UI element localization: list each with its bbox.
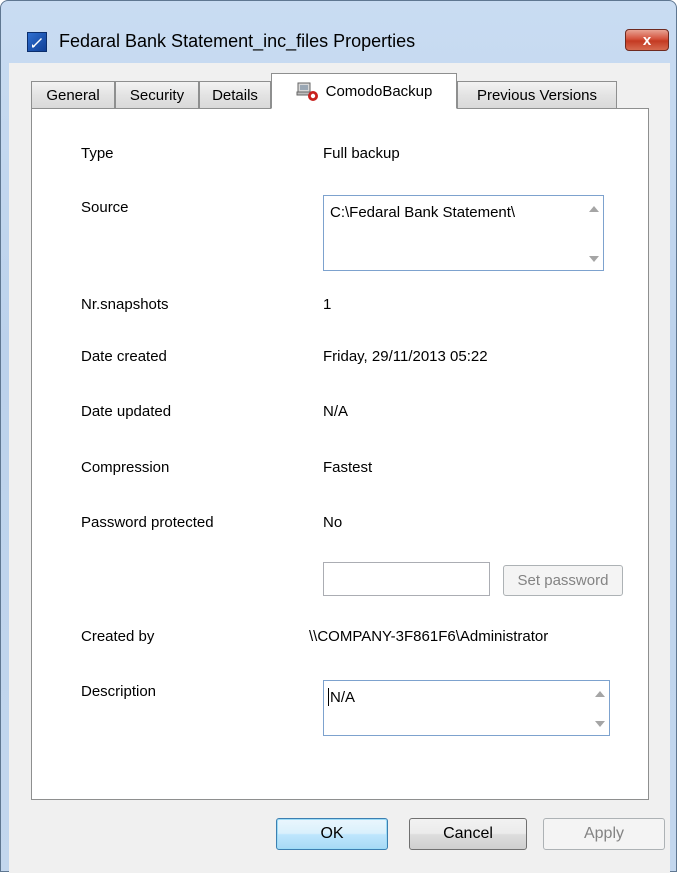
scroll-up-icon[interactable]	[589, 206, 599, 212]
snapshots-label: Nr.snapshots	[81, 296, 169, 313]
scroll-up-icon[interactable]	[595, 691, 605, 697]
date-created-label: Date created	[81, 348, 167, 365]
tab-previous-versions[interactable]: Previous Versions	[457, 81, 617, 108]
compression-label: Compression	[81, 459, 170, 476]
scroll-down-icon[interactable]	[589, 256, 599, 262]
ok-label: OK	[320, 825, 344, 842]
tab-security[interactable]: Security	[115, 81, 199, 108]
password-protected-value: No	[323, 514, 343, 531]
description-textbox[interactable]: N/A	[323, 680, 610, 736]
window-title: Fedaral Bank Statement_inc_files Propert…	[59, 31, 416, 51]
comodo-backup-icon	[296, 80, 320, 102]
cancel-label: Cancel	[443, 825, 493, 842]
type-label: Type	[81, 145, 114, 162]
tab-strip: General Security Details ComodoBackup Pr…	[31, 73, 651, 109]
source-text: C:\Fedaral Bank Statement\	[330, 204, 516, 221]
set-password-button[interactable]: Set password	[503, 565, 623, 596]
properties-window: Fedaral Bank Statement_inc_files Propert…	[0, 0, 677, 873]
cancel-button[interactable]: Cancel	[409, 818, 527, 850]
tab-label: Details	[212, 86, 258, 104]
tab-label: Security	[129, 86, 185, 104]
close-button[interactable]: x	[625, 29, 669, 51]
source-label: Source	[81, 199, 129, 216]
description-text: N/A	[330, 689, 356, 706]
type-value: Full backup	[323, 145, 400, 162]
title-bar[interactable]: Fedaral Bank Statement_inc_files Propert…	[1, 1, 676, 52]
apply-button[interactable]: Apply	[543, 818, 665, 850]
source-textbox[interactable]: C:\Fedaral Bank Statement\	[323, 195, 604, 271]
password-protected-label: Password protected	[81, 514, 214, 531]
date-updated-value: N/A	[323, 403, 349, 420]
tab-label: ComodoBackup	[325, 82, 433, 100]
scroll-down-icon[interactable]	[595, 721, 605, 727]
tab-label: General	[46, 86, 100, 104]
date-created-value: Friday, 29/11/2013 05:22	[323, 348, 488, 365]
close-icon: x	[642, 31, 652, 49]
password-input[interactable]	[323, 562, 490, 596]
tab-details[interactable]: Details	[199, 81, 271, 108]
tab-general[interactable]: General	[31, 81, 115, 108]
snapshots-value: 1	[323, 296, 332, 313]
tab-comodobackup[interactable]: ComodoBackup	[271, 73, 457, 109]
apply-label: Apply	[583, 825, 625, 842]
created-by-value: \\COMPANY-3F861F6\Administrator	[309, 628, 549, 645]
source-scrollbar[interactable]	[585, 196, 603, 270]
ok-button[interactable]: OK	[276, 818, 388, 850]
description-label: Description	[81, 683, 157, 700]
date-updated-label: Date updated	[81, 403, 172, 420]
properties-app-icon	[27, 32, 47, 52]
created-by-label: Created by	[81, 628, 155, 645]
description-scrollbar[interactable]	[591, 681, 609, 735]
text-caret	[328, 688, 329, 706]
set-password-label: Set password	[517, 572, 609, 589]
compression-value: Fastest	[323, 459, 373, 476]
tab-label: Previous Versions	[476, 86, 598, 104]
